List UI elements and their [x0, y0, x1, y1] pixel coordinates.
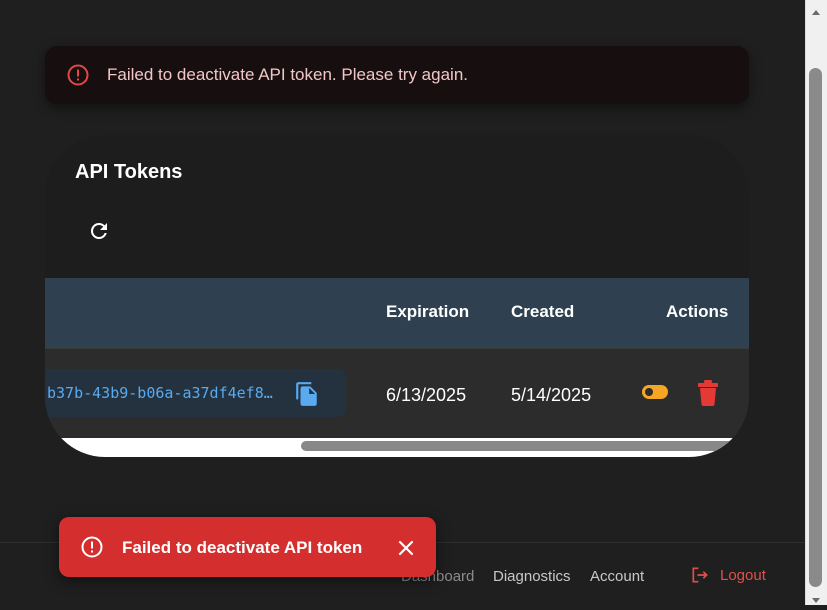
scroll-up-arrow[interactable]: [811, 3, 821, 21]
delete-button[interactable]: [697, 380, 719, 406]
error-circle-icon: [81, 536, 103, 558]
footer-link-diagnostics[interactable]: Diagnostics: [493, 568, 571, 585]
expiration-value: 6/13/2025: [386, 385, 467, 405]
logout-button[interactable]: Logout: [690, 565, 766, 585]
toast-message: Failed to deactivate API token: [122, 538, 363, 557]
error-circle-icon: [67, 64, 89, 86]
alert-message: Failed to deactivate API token. Please t…: [107, 65, 468, 84]
logout-label: Logout: [720, 566, 766, 584]
logout-icon: [692, 567, 708, 583]
horizontal-scrollbar[interactable]: [301, 441, 749, 451]
token-cell: b37b-43b9-b06a-a37df4ef8…: [45, 369, 346, 417]
toggle-active-button[interactable]: [642, 385, 668, 399]
close-icon: [398, 540, 414, 556]
chevron-up-icon: [812, 10, 820, 15]
table-header: Expiration Created Actions: [45, 278, 749, 348]
error-alert: Failed to deactivate API token. Please t…: [45, 46, 749, 104]
trash-icon: [698, 380, 718, 406]
card-title: API Tokens: [75, 161, 183, 183]
table-row: b37b-43b9-b06a-a37df4ef8… 6/13/2025 5/14…: [45, 348, 749, 439]
footer-link-account[interactable]: Account: [590, 568, 644, 585]
toggle-icon: [642, 385, 668, 399]
refresh-icon: [90, 222, 107, 239]
column-header-expiration[interactable]: Expiration: [386, 302, 469, 322]
page: Failed to deactivate API token. Please t…: [0, 0, 805, 605]
copy-button[interactable]: [294, 381, 320, 407]
created-value: 5/14/2025: [511, 385, 592, 405]
chevron-down-icon: [812, 598, 820, 603]
refresh-button[interactable]: [83, 215, 115, 247]
copy-icon: [296, 382, 317, 406]
column-header-actions: Actions: [666, 302, 729, 321]
scroll-down-arrow[interactable]: [811, 592, 821, 610]
vertical-scrollbar-thumb[interactable]: [809, 68, 822, 587]
api-tokens-card: API Tokens Expiration Created Actions b3…: [45, 135, 749, 457]
column-header-created[interactable]: Created: [511, 302, 574, 322]
error-toast: Failed to deactivate API token: [59, 517, 436, 577]
token-value: b37b-43b9-b06a-a37df4ef8…: [47, 384, 273, 402]
toast-close-button[interactable]: [397, 539, 415, 557]
